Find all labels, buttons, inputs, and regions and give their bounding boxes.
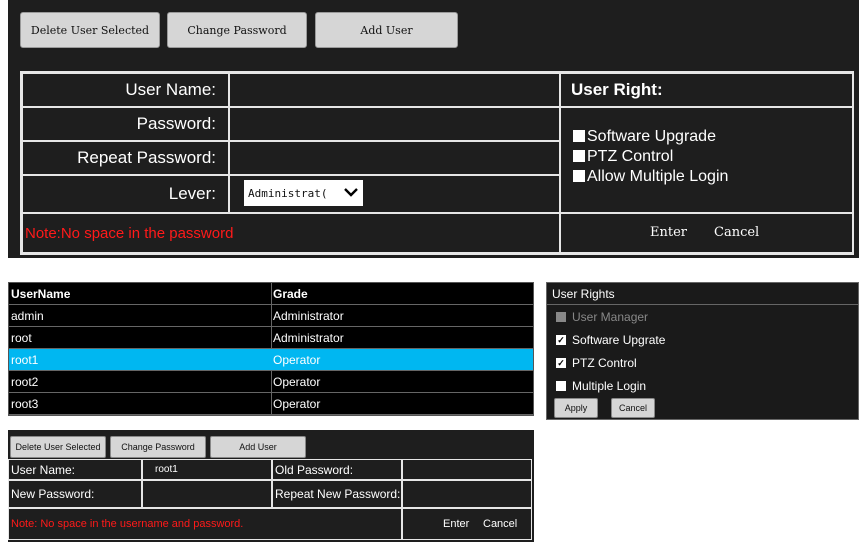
actions-cell: Enter Cancel (560, 213, 854, 253)
cancel-button[interactable]: Cancel (714, 225, 759, 240)
user-manager-option: User Manager (556, 310, 648, 324)
username-label-small: User Name: (8, 459, 142, 480)
table-row[interactable]: root2 Operator (9, 371, 533, 393)
repeat-password-label: Repeat Password: (22, 141, 229, 175)
enter-cancel-cell: Enter Cancel (402, 508, 532, 540)
checkbox-icon (556, 312, 566, 322)
password-input[interactable] (229, 107, 560, 141)
user-right-title: User Right: (560, 73, 854, 107)
enter-button-small[interactable]: Enter (443, 518, 469, 530)
chevron-down-icon (344, 188, 358, 197)
username-value: root1 (142, 459, 272, 480)
header-grade: Grade (273, 286, 308, 301)
repeat-new-password-label: Repeat New Password: (272, 480, 402, 508)
checkbox-checked-icon[interactable]: ✓ (556, 335, 566, 345)
checkbox-icon[interactable] (573, 130, 585, 142)
user-rights-title: User Rights (547, 283, 858, 305)
checkbox-checked-icon[interactable]: ✓ (556, 358, 566, 368)
lever-label: Lever: (22, 175, 229, 213)
delete-user-selected-button-small[interactable]: Delete User Selected (10, 436, 106, 458)
delete-user-selected-button[interactable]: Delete User Selected (20, 12, 160, 48)
add-user-button-small[interactable]: Add User (210, 436, 306, 458)
note-text: Note:No space in the password (22, 213, 560, 253)
ptz-control-option[interactable]: ✓ PTZ Control (556, 356, 637, 370)
old-password-label: Old Password: (272, 459, 402, 480)
change-password-button-small[interactable]: Change Password (110, 436, 206, 458)
edit-user-panel: Delete User Selected Change Password Add… (8, 0, 859, 258)
lever-select[interactable]: Administrat( (244, 180, 363, 206)
header-username: UserName (11, 286, 71, 301)
checkbox-icon[interactable] (556, 381, 566, 391)
old-password-input[interactable] (402, 459, 532, 480)
user-rights-panel: User Rights User Manager ✓ Software Upgra… (546, 282, 859, 420)
checkbox-icon[interactable] (573, 170, 585, 182)
new-password-input[interactable] (142, 480, 272, 508)
note-text-small: Note: No space in the username and passw… (11, 518, 244, 530)
password-panel: Delete User Selected Change Password Add… (8, 430, 534, 542)
software-upgrade-option[interactable]: Software Upgrade (573, 127, 728, 147)
password-label: Password: (22, 107, 229, 141)
checkbox-icon[interactable] (573, 150, 585, 162)
note-cell: Note: No space in the username and passw… (8, 508, 402, 540)
allow-multiple-login-option[interactable]: Allow Multiple Login (573, 167, 728, 187)
repeat-new-password-input[interactable] (402, 480, 532, 508)
apply-button[interactable]: Apply (554, 398, 598, 418)
change-password-button[interactable]: Change Password (167, 12, 307, 48)
new-password-label: New Password: (8, 480, 142, 508)
username-label: User Name: (22, 73, 229, 107)
table-row[interactable]: admin Administrator (9, 305, 533, 327)
username-input[interactable] (229, 73, 560, 107)
table-row[interactable]: root3 Operator (9, 393, 533, 415)
software-upgrate-option[interactable]: ✓ Software Upgrate (556, 333, 665, 347)
rights-cancel-button[interactable]: Cancel (611, 398, 655, 418)
cancel-button-small[interactable]: Cancel (483, 518, 517, 530)
table-header: UserName Grade (9, 283, 533, 305)
ptz-control-option[interactable]: PTZ Control (573, 147, 728, 167)
add-user-button[interactable]: Add User (315, 12, 458, 48)
repeat-password-input[interactable] (229, 141, 560, 175)
table-row[interactable]: root Administrator (9, 327, 533, 349)
multiple-login-option[interactable]: Multiple Login (556, 379, 646, 393)
user-table: UserName Grade admin Administrator root … (8, 282, 534, 416)
enter-button[interactable]: Enter (650, 225, 687, 240)
user-form: User Name: Password: Repeat Password: Le… (20, 71, 854, 255)
table-row-selected[interactable]: root1 Operator (9, 349, 533, 371)
user-right-list: Software Upgrade PTZ Control Allow Multi… (560, 107, 854, 213)
